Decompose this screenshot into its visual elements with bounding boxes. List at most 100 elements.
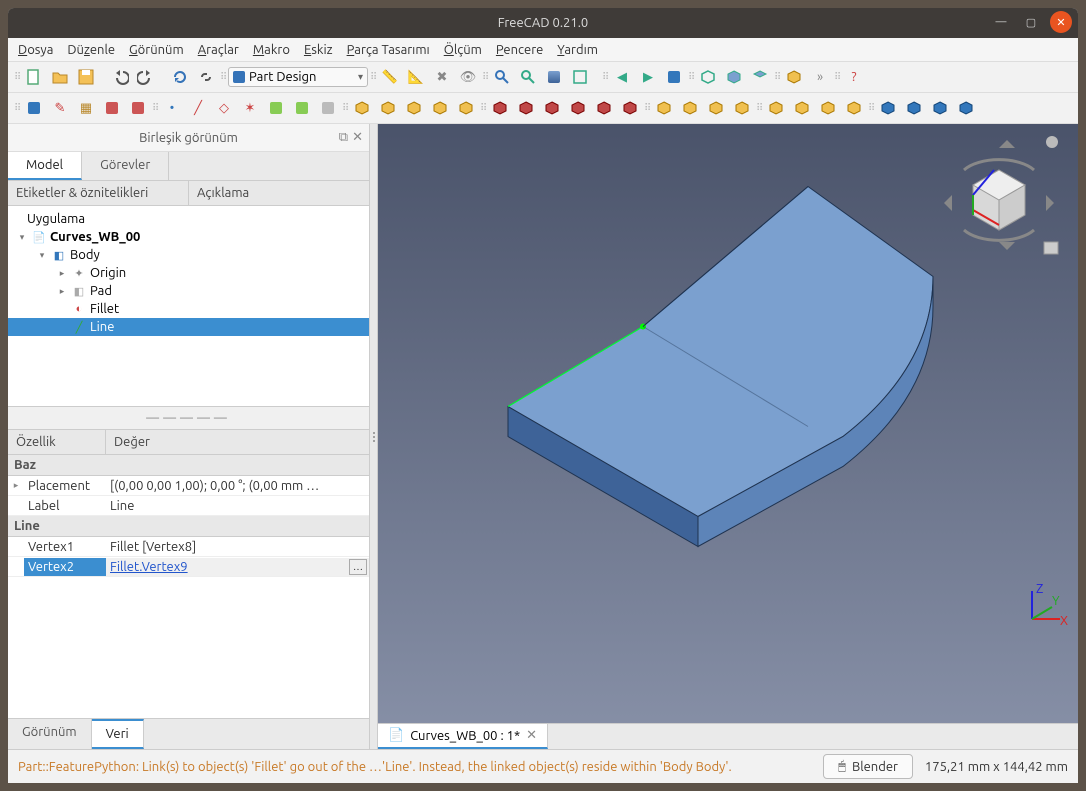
whats-this-button[interactable]: ?: [842, 66, 866, 88]
linear-pattern-button[interactable]: [790, 97, 814, 119]
fit-all-button[interactable]: [490, 66, 514, 88]
thickness-button[interactable]: [730, 97, 754, 119]
helix-button[interactable]: [454, 97, 478, 119]
nav-right-button[interactable]: ▶: [636, 66, 660, 88]
bbox-button[interactable]: [568, 66, 592, 88]
prop-placement[interactable]: ▸Placement[(0,00 0,00 1,00); 0,00 °; (0,…: [8, 476, 369, 496]
measure-angle-button[interactable]: 📐: [404, 66, 428, 88]
hole-button[interactable]: [514, 97, 538, 119]
undo-button[interactable]: [108, 66, 132, 88]
link-button[interactable]: [194, 66, 218, 88]
part-cube-button[interactable]: [782, 66, 806, 88]
iso-view-button[interactable]: [696, 66, 720, 88]
menu-tools[interactable]: Araçlar: [198, 43, 239, 57]
workbench-selector[interactable]: Part Design: [228, 67, 368, 87]
clone-button[interactable]: [316, 97, 340, 119]
migrate-button[interactable]: [902, 97, 926, 119]
edit-sketch-button[interactable]: ▦: [74, 97, 98, 119]
open-file-button[interactable]: [48, 66, 72, 88]
create-sketch-button[interactable]: ✎: [48, 97, 72, 119]
datum-line-button[interactable]: ╱: [186, 97, 210, 119]
navigation-cube[interactable]: [934, 130, 1064, 260]
panel-detach-icon[interactable]: ⧉: [339, 130, 348, 145]
datum-plane-button[interactable]: ◇: [212, 97, 236, 119]
tree-line[interactable]: ╱Line: [8, 318, 369, 336]
panel-close-icon[interactable]: ✕: [352, 130, 363, 145]
sub-sweep-button[interactable]: [592, 97, 616, 119]
fillet-button[interactable]: [652, 97, 676, 119]
create-body-button[interactable]: [22, 97, 46, 119]
toolbar-grip[interactable]: ⠿: [370, 71, 376, 83]
polar-pattern-button[interactable]: [816, 97, 840, 119]
toolbar-grip[interactable]: ⠿: [774, 71, 780, 83]
pad-button[interactable]: [350, 97, 374, 119]
shape-binder-button[interactable]: [264, 97, 288, 119]
panel-splitter[interactable]: [370, 124, 378, 749]
redo-button[interactable]: [134, 66, 158, 88]
window-minimize-button[interactable]: —: [990, 11, 1012, 33]
tree-pad[interactable]: ▸◧Pad: [8, 282, 369, 300]
sub-loft-button[interactable]: [566, 97, 590, 119]
sprocket-button[interactable]: [928, 97, 952, 119]
prop-vertex1[interactable]: Vertex1Fillet [Vertex8]: [8, 537, 369, 557]
toolbar-grip[interactable]: ⠿: [482, 71, 488, 83]
toolbar-grip[interactable]: ⠿: [644, 102, 650, 114]
toolbar-grip[interactable]: ⠿: [14, 71, 20, 83]
map-sketch-button[interactable]: [100, 97, 124, 119]
tab-data[interactable]: Veri: [92, 719, 144, 749]
validate-sketch-button[interactable]: [126, 97, 150, 119]
nav-left-button[interactable]: ◀: [610, 66, 634, 88]
tree-header-labels[interactable]: Etiketler & öznitelikleri: [8, 181, 189, 205]
navigation-style-button[interactable]: 🖱 Blender: [823, 754, 913, 779]
measure-linear-button[interactable]: 📏: [378, 66, 402, 88]
measure-toggle-button[interactable]: 👁: [456, 66, 480, 88]
link-actions-button[interactable]: [662, 66, 686, 88]
sub-shape-binder-button[interactable]: [290, 97, 314, 119]
revolution-button[interactable]: [376, 97, 400, 119]
toolbar-grip[interactable]: ⠿: [834, 71, 840, 83]
tree-document[interactable]: ▾📄Curves_WB_00: [8, 228, 369, 246]
tree-origin[interactable]: ▸✦Origin: [8, 264, 369, 282]
prop-header-value[interactable]: Değer: [106, 430, 369, 454]
boolean-button[interactable]: [876, 97, 900, 119]
toolbar-grip[interactable]: ⠿: [480, 102, 486, 114]
toolbar-grip[interactable]: ⠿: [220, 71, 226, 83]
prop-vertex2[interactable]: Vertex2Fillet.Vertex9…: [8, 557, 369, 577]
prop-vertex2-link[interactable]: Fillet.Vertex9: [110, 560, 188, 574]
document-tab-close-icon[interactable]: ✕: [526, 728, 537, 743]
loft-button[interactable]: [402, 97, 426, 119]
sub-helix-button[interactable]: [618, 97, 642, 119]
menu-edit[interactable]: Düzenle: [67, 43, 115, 57]
front-view-button[interactable]: [722, 66, 746, 88]
refresh-button[interactable]: [168, 66, 192, 88]
menu-partdesign[interactable]: Parça Tasarımı: [347, 43, 430, 57]
datum-cs-button[interactable]: ✶: [238, 97, 262, 119]
toolbar-grip[interactable]: ⠿: [688, 71, 694, 83]
toolbar-grip[interactable]: ⠿: [756, 102, 762, 114]
pocket-button[interactable]: [488, 97, 512, 119]
datum-point-button[interactable]: •: [160, 97, 184, 119]
tree-body[interactable]: ▾◧Body: [8, 246, 369, 264]
menu-windows[interactable]: Pencere: [496, 43, 543, 57]
prop-more-button[interactable]: …: [349, 559, 367, 575]
tree-header-desc[interactable]: Açıklama: [189, 181, 369, 205]
toolbar-grip[interactable]: ⠿: [602, 71, 608, 83]
menu-view[interactable]: Görünüm: [129, 43, 184, 57]
window-maximize-button[interactable]: ▢: [1020, 11, 1042, 33]
toolbar-grip[interactable]: ⠿: [868, 102, 874, 114]
draw-style-button[interactable]: [542, 66, 566, 88]
toolbar-overflow-button[interactable]: »: [808, 66, 832, 88]
gear-button[interactable]: [954, 97, 978, 119]
new-file-button[interactable]: [22, 66, 46, 88]
menu-sketch[interactable]: Eskiz: [304, 43, 333, 57]
menu-macro[interactable]: Makro: [253, 43, 290, 57]
menu-measure[interactable]: Ölçüm: [444, 43, 482, 57]
tab-view[interactable]: Görünüm: [8, 719, 92, 749]
window-close-button[interactable]: ✕: [1050, 11, 1072, 33]
toolbar-grip[interactable]: ⠿: [152, 102, 158, 114]
tree-fillet[interactable]: ◐Fillet: [8, 300, 369, 318]
toolbar-grip[interactable]: ⠿: [14, 102, 20, 114]
3d-viewport[interactable]: Z X Y 📄 Curves_WB_00 : 1* ✕: [378, 124, 1078, 749]
multi-transform-button[interactable]: [842, 97, 866, 119]
draft-button[interactable]: [704, 97, 728, 119]
